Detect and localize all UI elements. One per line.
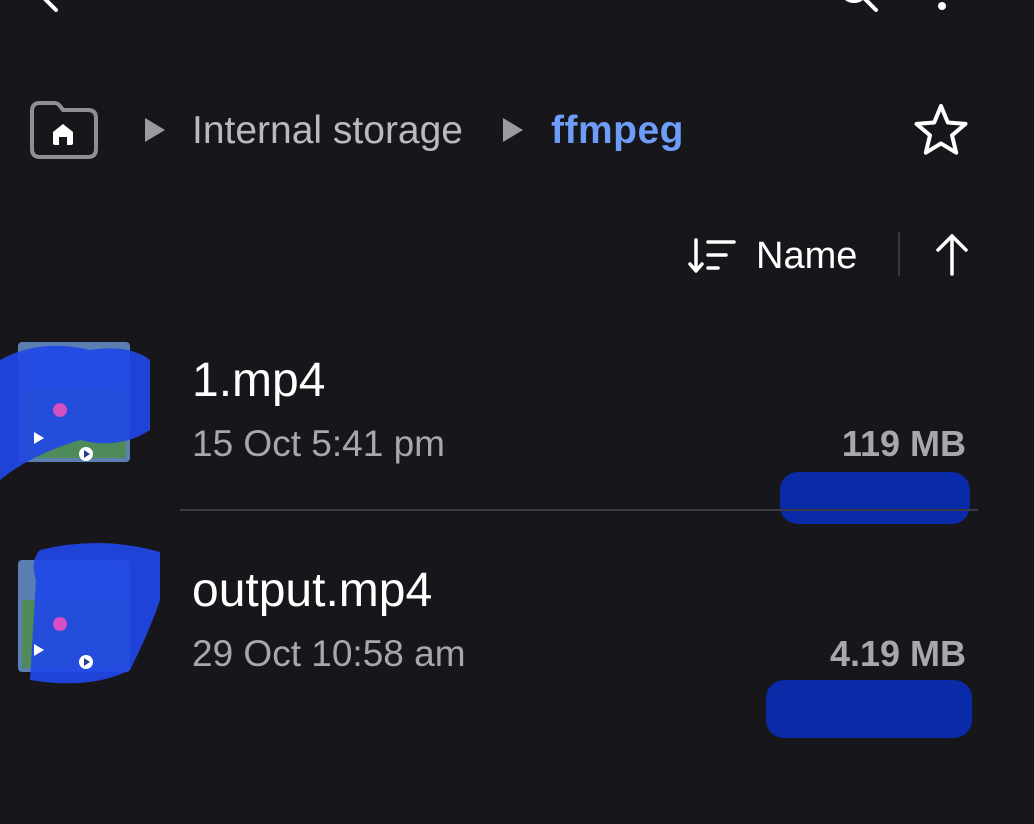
- star-outline-icon[interactable]: [910, 100, 972, 162]
- chevron-left-icon[interactable]: [30, 0, 66, 14]
- sort-divider: [898, 232, 900, 276]
- search-icon[interactable]: [836, 0, 880, 14]
- video-thumbnail-icon: [18, 542, 160, 684]
- folder-home-icon[interactable]: [26, 99, 100, 161]
- breadcrumb-item-ffmpeg[interactable]: ffmpeg: [551, 106, 684, 156]
- sort-by-name-button[interactable]: Name: [756, 232, 857, 280]
- triangle-right-icon: [503, 118, 523, 142]
- sort-icon[interactable]: [688, 236, 738, 276]
- list-divider: [180, 509, 978, 511]
- file-size: 119 MB: [841, 423, 966, 464]
- file-size: 4.19 MB: [829, 633, 966, 674]
- file-name: 1.mp4: [192, 354, 326, 407]
- redaction-mark: [766, 680, 972, 738]
- file-manager-screen: Internal storage ffmpeg Name 1.mp4 15 Oc…: [0, 0, 1034, 824]
- breadcrumb-item-internal-storage[interactable]: Internal storage: [192, 106, 463, 156]
- file-name: output.mp4: [192, 564, 433, 617]
- file-date: 15 Oct 5:41 pm: [192, 423, 445, 464]
- video-thumbnail-icon: [0, 342, 150, 480]
- more-vert-icon[interactable]: [930, 0, 954, 12]
- file-date: 29 Oct 10:58 am: [192, 633, 466, 674]
- triangle-right-icon: [145, 118, 165, 142]
- arrow-up-icon[interactable]: [930, 230, 974, 278]
- redaction-mark: [780, 472, 970, 524]
